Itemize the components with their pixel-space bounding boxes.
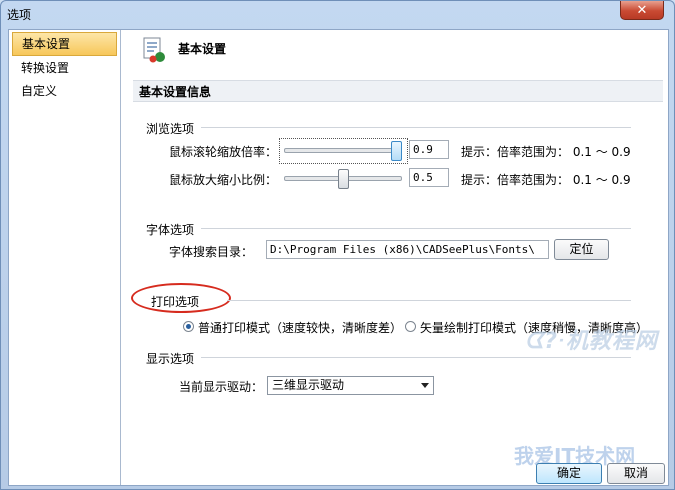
- sidebar: 基本设置 转换设置 自定义: [9, 30, 121, 485]
- cancel-button[interactable]: 取消: [607, 463, 665, 484]
- close-icon: ✕: [636, 2, 648, 18]
- wheel-zoom-slider[interactable]: [284, 148, 402, 153]
- display-group-label: 显示选项: [146, 352, 195, 366]
- browse-divider: [201, 127, 631, 128]
- font-dir-input[interactable]: D:\Program Files (x86)\CADSeePlus\Fonts\: [266, 240, 549, 259]
- print-group-label: 打印选项: [151, 295, 200, 309]
- panel-header: 基本设置: [121, 30, 668, 74]
- zoom-ratio-hint: 提示：倍率范围为： 0.1 ～ 0.9: [461, 173, 631, 187]
- watermark-text: ᗧ?ᐧ机教程网: [525, 329, 658, 354]
- zoom-slider-thumb[interactable]: [338, 169, 349, 189]
- display-divider: [201, 357, 631, 358]
- display-driver-select[interactable]: 三维显示驱动: [267, 376, 434, 395]
- sidebar-item-custom[interactable]: 自定义: [12, 80, 117, 102]
- font-dir-label: 字体搜索目录：: [169, 245, 254, 259]
- ok-button[interactable]: 确定: [536, 463, 602, 484]
- print-normal-radio[interactable]: [183, 321, 194, 332]
- wheel-zoom-hint: 提示：倍率范围为： 0.1 ～ 0.9: [461, 145, 631, 159]
- zoom-ratio-value[interactable]: 0.5: [409, 168, 449, 187]
- print-divider: [227, 300, 631, 301]
- title-bar[interactable]: 选项 ✕: [1, 1, 674, 29]
- browse-group-label: 浏览选项: [146, 122, 195, 136]
- zoom-ratio-label: 鼠标放大缩小比例：: [169, 173, 278, 187]
- wheel-zoom-value[interactable]: 0.9: [409, 140, 449, 159]
- locate-button[interactable]: 定位: [554, 239, 609, 260]
- print-vector-radio[interactable]: [405, 321, 416, 332]
- section-title: 基本设置信息: [139, 85, 212, 99]
- window-title: 选项: [7, 8, 32, 22]
- font-group-label: 字体选项: [146, 223, 195, 237]
- close-button[interactable]: ✕: [620, 1, 664, 20]
- font-divider: [201, 228, 631, 229]
- options-window: 选项 ✕ 基本设置 转换设置 自定义 基本设置 基本设置信息 浏览选项 鼠标滚轮…: [0, 0, 675, 490]
- display-driver-label: 当前显示驱动：: [179, 380, 264, 394]
- sidebar-item-basic[interactable]: 基本设置: [12, 32, 117, 56]
- section-header: 基本设置信息: [133, 80, 663, 102]
- wheel-slider-thumb[interactable]: [391, 141, 402, 161]
- settings-panel: 基本设置 基本设置信息 浏览选项 鼠标滚轮缩放倍率： 0.9 提示：倍率范围为：…: [121, 30, 668, 485]
- sidebar-item-convert[interactable]: 转换设置: [12, 57, 117, 79]
- chevron-down-icon: [421, 383, 429, 388]
- panel-title: 基本设置: [178, 42, 227, 56]
- settings-sheet-icon: [143, 37, 165, 63]
- dialog-client: 基本设置 转换设置 自定义 基本设置 基本设置信息 浏览选项 鼠标滚轮缩放倍率：…: [8, 29, 669, 486]
- wheel-zoom-label: 鼠标滚轮缩放倍率：: [169, 145, 278, 159]
- print-normal-label[interactable]: 普通打印模式（速度较快，清晰度差）: [198, 319, 402, 336]
- display-driver-value: 三维显示驱动: [272, 378, 345, 392]
